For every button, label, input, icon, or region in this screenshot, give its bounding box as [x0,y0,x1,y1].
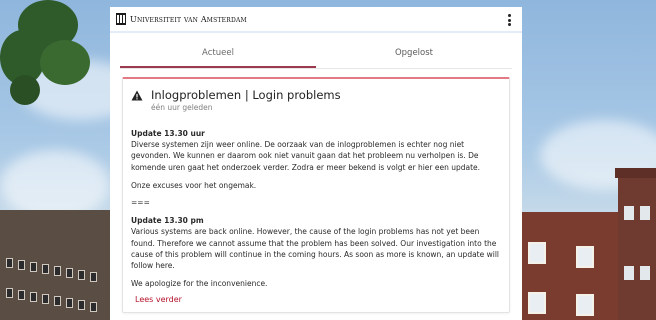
logo-text: Universiteit van Amsterdam [130,14,247,24]
uva-logo[interactable]: Universiteit van Amsterdam [116,13,247,25]
update-text-en: Various systems are back online. However… [131,227,499,271]
update-text-nl: Diverse systemen zijn weer online. De oo… [131,140,481,172]
read-more-link[interactable]: Lees verder [135,295,182,304]
app-window: Universiteit van Amsterdam Actueel Opgel… [110,7,522,320]
update-heading-en: Update 13.30 pm [131,216,204,226]
top-bar: Universiteit van Amsterdam [110,7,522,33]
tab-bar: Actueel Opgelost [120,41,512,69]
notice-body: Update 13.30 uur Diverse systemen zijn w… [131,128,501,289]
apology-nl: Onze excuses voor het ongemak. [131,180,257,190]
notice-card: Inlogproblemen | Login problems één uur … [122,77,510,313]
notice-title: Inlogproblemen | Login problems [151,88,341,102]
update-heading-nl: Update 13.30 uur [131,129,205,138]
notice-timestamp: één uur geleden [151,103,213,112]
apology-en: We apologize for the inconvenience. [131,279,268,289]
tab-opgelost[interactable]: Opgelost [316,41,512,68]
tab-actueel[interactable]: Actueel [120,41,316,68]
warning-icon [131,90,143,101]
kebab-menu-icon[interactable] [504,13,514,27]
notice-header: Inlogproblemen | Login problems één uur … [131,79,501,112]
separator: === [131,198,150,208]
crest-icon [116,13,126,25]
